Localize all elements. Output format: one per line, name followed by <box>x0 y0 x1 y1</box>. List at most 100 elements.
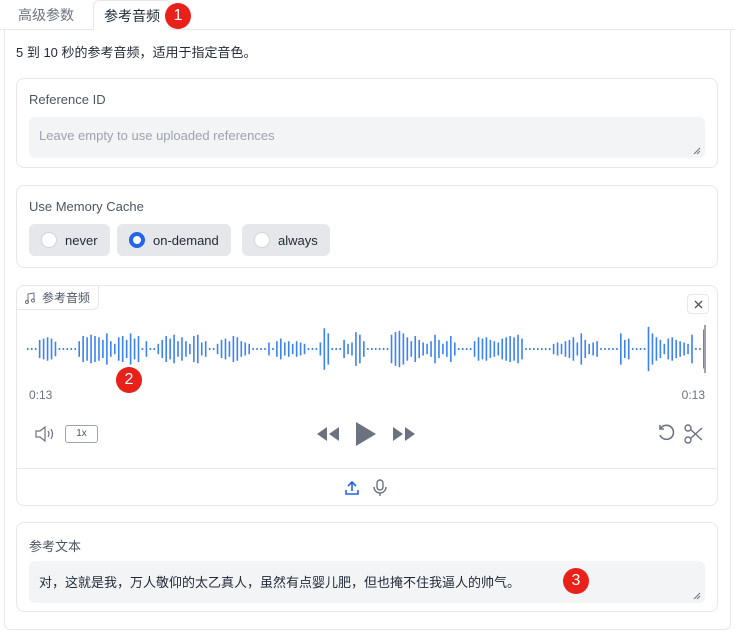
waveform-bar <box>461 347 464 351</box>
waveform-bar <box>576 342 579 356</box>
waveform-bar <box>331 347 334 351</box>
waveform-bar <box>276 341 278 357</box>
upload-icon[interactable] <box>344 480 360 496</box>
waveform-bar <box>295 341 298 357</box>
waveform-bar <box>517 334 519 364</box>
waveform-bar <box>394 332 397 366</box>
waveform-bar <box>513 337 515 361</box>
resize-handle-icon[interactable] <box>693 592 701 600</box>
fast-forward-icon[interactable] <box>392 426 416 442</box>
waveform-bar <box>453 342 456 356</box>
waveform-bar <box>94 336 96 362</box>
waveform-bar <box>620 333 622 365</box>
reference-text-input[interactable]: 对，这就是我，万人敬仰的太乙真人，虽然有点婴儿肥，但也掩不住我逼人的帅气。 <box>29 561 705 603</box>
waveform-bar <box>193 336 195 362</box>
waveform-bar <box>355 332 357 366</box>
waveform-bar <box>189 343 191 355</box>
waveform-bar <box>268 342 270 356</box>
waveform-bar <box>137 336 140 362</box>
waveform-bar <box>477 337 480 361</box>
waveform-bar <box>177 341 179 357</box>
waveform-bar <box>659 339 662 359</box>
waveform-bar <box>27 347 29 351</box>
waveform-bar <box>647 326 650 372</box>
volume-icon[interactable] <box>35 425 57 443</box>
radio-always[interactable]: always <box>242 224 330 256</box>
description-text: 5 到 10 秒的参考音频，适用于指定音色。 <box>16 45 257 60</box>
waveform-bar <box>489 339 492 359</box>
tab-bar: 高级参数 参考音频 <box>0 0 735 31</box>
waveform-bar <box>699 347 701 351</box>
waveform-bar <box>260 347 262 351</box>
waveform-bar <box>319 342 322 356</box>
waveform-bar <box>430 341 432 357</box>
waveform-bar <box>564 341 567 357</box>
waveform-bar <box>481 338 484 360</box>
waveform-bar <box>521 338 523 360</box>
waveform-bar <box>113 343 116 355</box>
waveform-bar <box>540 347 543 351</box>
waveform-bar <box>663 343 666 355</box>
waveform-bar <box>639 347 642 351</box>
waveform-bar <box>303 343 306 355</box>
reset-icon[interactable] <box>657 424 677 444</box>
trim-scissors-icon[interactable] <box>684 424 704 444</box>
audio-label-text: 参考音频 <box>42 291 91 305</box>
radio-on-demand[interactable]: on-demand <box>117 224 231 256</box>
waveform-bar <box>434 334 436 364</box>
waveform-bar <box>635 347 638 351</box>
waveform-bar <box>74 347 77 351</box>
radio-never-label: never <box>65 232 98 248</box>
reference-id-label: Reference ID <box>29 92 106 107</box>
playback-speed-button[interactable]: 1x <box>65 425 98 443</box>
waveform-bar <box>378 347 381 351</box>
playhead-cursor[interactable] <box>704 325 706 373</box>
waveform-bar <box>165 336 167 362</box>
waveform-bar <box>398 330 401 368</box>
waveform-bar <box>252 347 254 351</box>
waveform-bar <box>627 338 630 360</box>
waveform-bar <box>675 339 677 359</box>
waveform-bar <box>351 342 353 356</box>
waveform-bar <box>493 341 496 357</box>
waveform-bar <box>560 343 563 355</box>
waveform-bar <box>370 347 373 351</box>
waveform-bar <box>485 337 488 361</box>
waveform-bar <box>367 347 369 351</box>
reference-id-input[interactable]: Leave empty to use uploaded references <box>29 117 705 158</box>
waveform-bar <box>50 338 53 360</box>
waveform-bar <box>687 343 689 355</box>
waveform-bar <box>110 341 112 357</box>
waveform-bar <box>406 337 409 361</box>
waveform-bar <box>54 341 57 357</box>
clear-audio-button[interactable] <box>687 294 709 314</box>
waveform-bar <box>414 336 417 362</box>
waveform-bar <box>544 347 547 351</box>
waveform-bar <box>592 342 594 356</box>
waveform-bar <box>584 339 587 359</box>
microphone-icon[interactable] <box>373 479 387 497</box>
radio-never[interactable]: never <box>29 224 110 256</box>
waveform-bar <box>465 347 468 351</box>
waveform-bar <box>307 347 310 351</box>
waveform-bar <box>442 343 444 355</box>
waveform-bar <box>244 342 247 356</box>
waveform-bar <box>426 343 428 355</box>
waveform-bar <box>216 343 219 355</box>
radio-on-demand-label: on-demand <box>153 232 219 248</box>
waveform-bar <box>497 342 500 356</box>
waveform-bar <box>264 347 266 351</box>
play-icon[interactable] <box>355 421 377 447</box>
waveform-bar <box>548 347 551 351</box>
waveform-bar <box>224 338 227 360</box>
waveform-bar <box>612 347 614 351</box>
waveform-bar <box>623 339 626 359</box>
waveform-bar <box>631 347 634 351</box>
resize-handle-icon[interactable] <box>693 147 701 155</box>
rewind-icon[interactable] <box>316 426 340 442</box>
tab-reference-audio[interactable]: 参考音频 <box>93 0 171 31</box>
reference-text-card: 参考文本 对，这就是我，万人敬仰的太乙真人，虽然有点婴儿肥，但也掩不住我逼人的帅… <box>16 522 718 612</box>
waveform-bar <box>343 339 345 359</box>
tab-advanced-params[interactable]: 高级参数 <box>8 0 84 30</box>
waveform-bar <box>256 347 258 351</box>
